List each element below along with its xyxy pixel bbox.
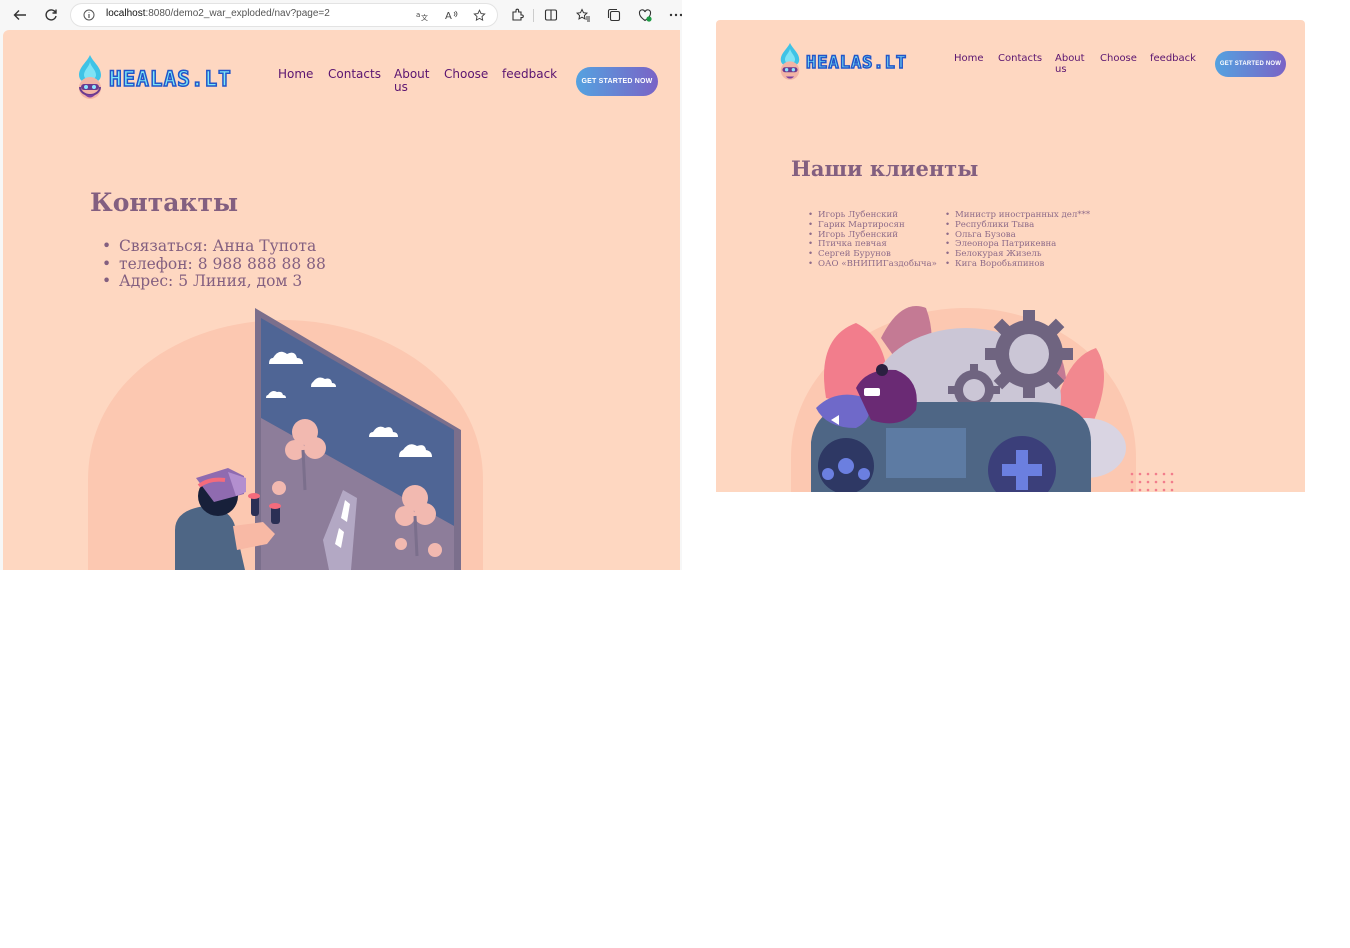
clients-list-column-2: Министр иностранных дел*** Республики Ты… [945, 210, 1090, 270]
back-arrow-icon[interactable] [9, 4, 31, 26]
logo-text: HEALAS.LT [805, 52, 908, 74]
page-title: Наши клиенты [791, 156, 979, 181]
nav-about[interactable]: About us [394, 68, 429, 93]
reload-icon[interactable] [40, 4, 62, 26]
browser-essentials-icon[interactable] [634, 4, 656, 26]
web-page: HEALAS.LT Home Contacts About us Choose f… [3, 30, 680, 570]
client-item: ОАО «ВНИПИГаздобыча» [808, 259, 937, 270]
nav-contacts[interactable]: Contacts [328, 68, 381, 81]
nav-feedback[interactable]: feedback [502, 68, 557, 81]
nav-feedback[interactable]: feedback [1150, 53, 1196, 65]
client-item: Кига Воробьяпинов [945, 259, 1090, 270]
logo-text: HEALAS.LT [108, 66, 232, 92]
vr-player-illustration [88, 308, 483, 570]
nav-choose[interactable]: Choose [444, 68, 488, 81]
favorites-icon[interactable] [572, 4, 594, 26]
more-icon[interactable] [665, 4, 682, 26]
contacts-list: Связаться: Анна Тупота телефон: 8 988 88… [102, 237, 326, 291]
svg-text:A: A [445, 11, 452, 21]
site-logo[interactable]: HEALAS.LT [777, 42, 907, 84]
split-screen-icon[interactable] [540, 4, 562, 26]
get-started-button[interactable]: GET STARTED NOW [576, 67, 658, 96]
nav-about[interactable]: About us [1055, 53, 1085, 75]
translate-icon[interactable]: a文 [414, 7, 430, 23]
mascot-logo-icon [79, 55, 101, 99]
clients-page-screenshot: HEALAS.LT Home Contacts About us Choose f… [716, 20, 1305, 492]
site-logo[interactable]: HEALAS.LT [75, 54, 232, 104]
page-title: Контакты [90, 188, 239, 217]
nav-home[interactable]: Home [954, 53, 984, 65]
collections-icon[interactable] [603, 4, 625, 26]
contact-item: Связаться: Анна Тупота [102, 237, 326, 256]
url-text: localhost:8080/demo2_war_exploded/nav?pa… [106, 8, 330, 19]
contact-item: Адрес: 5 Линия, дом 3 [102, 272, 326, 291]
address-bar[interactable]: localhost:8080/demo2_war_exploded/nav?pa… [71, 4, 497, 26]
gamepad-illustration [791, 306, 1174, 492]
get-started-button[interactable]: GET STARTED NOW [1215, 51, 1286, 77]
browser-toolbar: localhost:8080/demo2_war_exploded/nav?pa… [0, 0, 682, 30]
mascot-logo-icon [780, 42, 800, 80]
svg-text:a: a [416, 11, 420, 19]
contact-item: телефон: 8 988 888 88 88 [102, 255, 326, 274]
nav-choose[interactable]: Choose [1100, 53, 1137, 65]
info-icon[interactable] [81, 7, 97, 23]
browser-window: localhost:8080/demo2_war_exploded/nav?pa… [0, 0, 682, 570]
nav-contacts[interactable]: Contacts [998, 53, 1042, 65]
toolbar-divider [533, 9, 534, 22]
extensions-icon[interactable] [506, 4, 528, 26]
clients-list-column-1: Игорь Лубенский Гарик Мартиросян Игорь Л… [808, 210, 937, 270]
svg-text:文: 文 [421, 13, 428, 21]
read-aloud-icon[interactable]: A [443, 7, 459, 23]
favorite-star-icon[interactable] [471, 7, 487, 23]
nav-home[interactable]: Home [278, 68, 313, 81]
